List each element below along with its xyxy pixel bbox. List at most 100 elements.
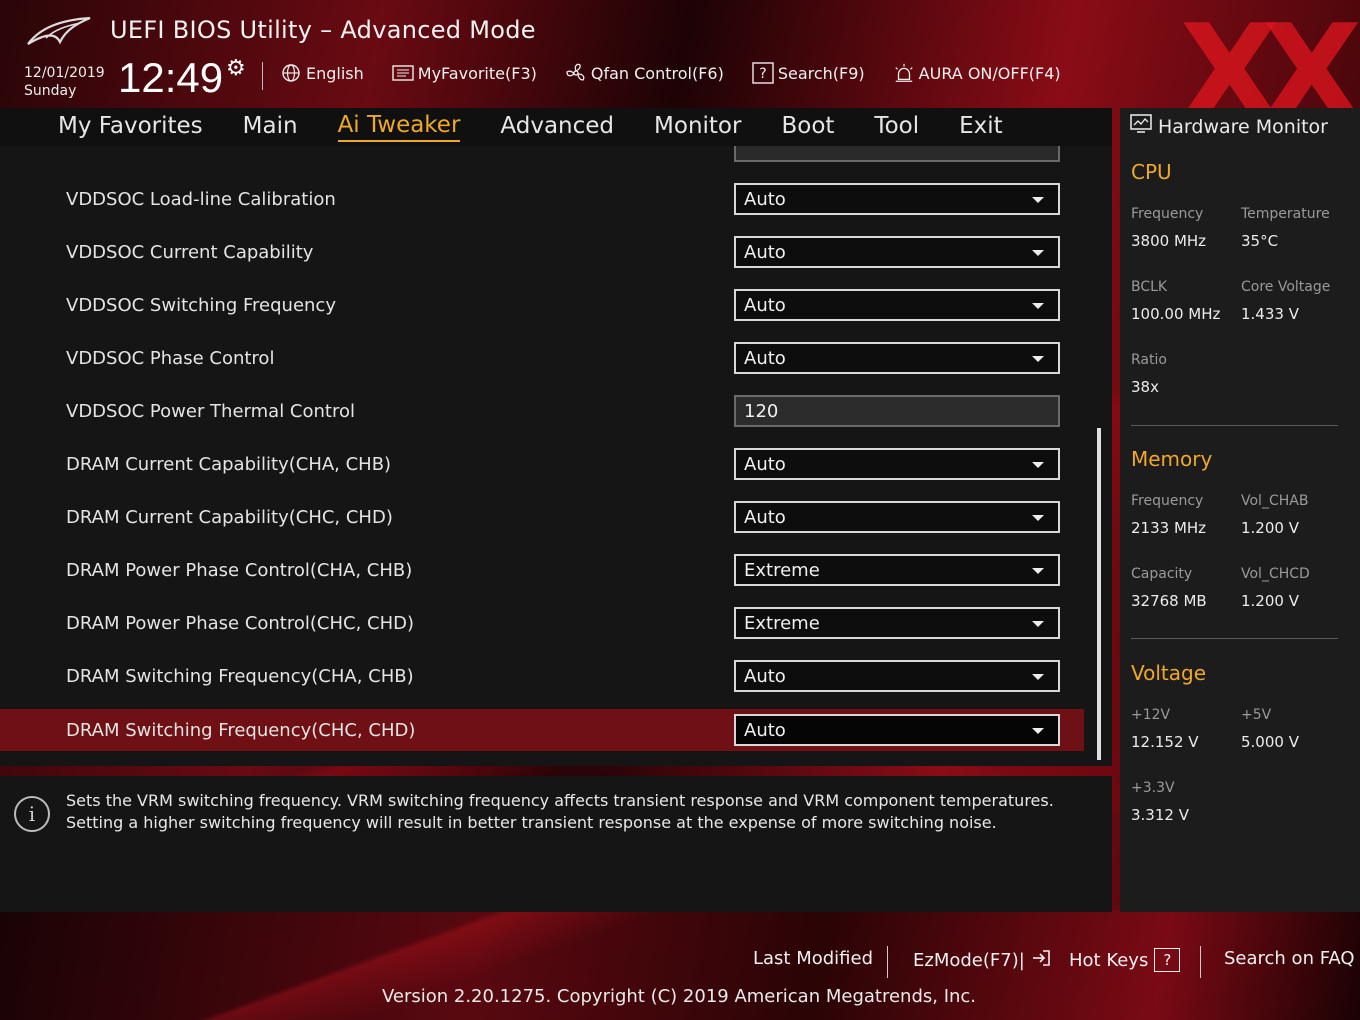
tab-my-favorites[interactable]: My Favorites [58, 113, 203, 141]
header-divider [262, 62, 263, 90]
number-value: 120 [744, 400, 779, 422]
tab-monitor[interactable]: Monitor [654, 113, 741, 141]
dropdown-value: Auto [744, 241, 786, 263]
setting-dropdown[interactable]: Auto [734, 236, 1060, 268]
app-title: UEFI BIOS Utility – Advanced Mode [110, 16, 536, 44]
setting-dropdown[interactable]: Extreme [734, 607, 1060, 639]
setting-row[interactable]: DRAM Power Phase Control(CHA, CHB) Extre… [0, 549, 1084, 591]
cpu-frequency-value: 3800 MHz [1131, 232, 1207, 250]
setting-label: DRAM Switching Frequency(CHA, CHB) [66, 665, 414, 687]
qfan-label: Qfan Control(F6) [590, 63, 724, 83]
chevron-down-icon [1032, 568, 1044, 574]
gear-icon[interactable]: ⚙ [226, 56, 246, 81]
partial-field [734, 146, 1060, 162]
voltage-heading: Voltage [1131, 661, 1207, 685]
myfavorite-button[interactable]: MyFavorite(F3) [392, 62, 537, 84]
main-menu: My Favorites Main Ai Tweaker Advanced Mo… [0, 108, 1112, 146]
v5-label: +5V [1241, 707, 1272, 723]
setting-row[interactable]: DRAM Current Capability(CHC, CHD) Auto [0, 496, 1084, 538]
bclk-value: 100.00 MHz [1131, 305, 1221, 323]
hot-keys-button[interactable]: Hot Keys ? [1069, 948, 1181, 972]
chevron-down-icon [1032, 674, 1044, 680]
footer-divider [1200, 946, 1201, 978]
aura-toggle-button[interactable]: AURA ON/OFF(F4) [893, 62, 1061, 84]
setting-label: VDDSOC Power Thermal Control [66, 400, 355, 422]
setting-dropdown[interactable]: Auto [734, 660, 1060, 692]
faq-label: Search on FAQ [1224, 948, 1355, 969]
setting-row[interactable]: VDDSOC Power Thermal Control 120 [0, 390, 1084, 432]
dropdown-value: Auto [744, 665, 786, 687]
dropdown-value: Auto [744, 719, 786, 741]
hardware-monitor-panel: Hardware Monitor CPU Frequency 3800 MHz … [1120, 108, 1360, 912]
setting-row[interactable]: VDDSOC Current Capability Auto [0, 231, 1084, 273]
setting-dropdown[interactable]: Auto [734, 342, 1060, 374]
ezmode-button[interactable]: EzMode(F7)| [913, 948, 1051, 973]
setting-dropdown[interactable]: Auto [734, 289, 1060, 321]
setting-number-input[interactable]: 120 [734, 395, 1060, 427]
setting-row-selected[interactable]: DRAM Switching Frequency(CHC, CHD) Auto [0, 709, 1084, 751]
last-modified-button[interactable]: Last Modified [753, 948, 873, 969]
version-text: Version 2.20.1275. Copyright (C) 2019 Am… [0, 986, 1360, 1007]
setting-dropdown[interactable]: Extreme [734, 554, 1060, 586]
core-voltage-value: 1.433 V [1241, 305, 1299, 323]
fan-icon [565, 62, 587, 84]
svg-text:?: ? [759, 66, 766, 82]
v12-value: 12.152 V [1131, 733, 1199, 751]
setting-row[interactable]: VDDSOC Phase Control Auto [0, 337, 1084, 379]
vol-chcd-value: 1.200 V [1241, 592, 1299, 610]
dropdown-value: Auto [744, 506, 786, 528]
tab-exit[interactable]: Exit [959, 113, 1003, 141]
help-key-icon: ? [1154, 948, 1181, 972]
search-button[interactable]: ? Search(F9) [752, 62, 865, 84]
hardware-monitor-header: Hardware Monitor [1130, 114, 1328, 139]
setting-dropdown[interactable]: Auto [734, 501, 1060, 533]
setting-row[interactable]: DRAM Current Capability(CHA, CHB) Auto [0, 443, 1084, 485]
dropdown-value: Auto [744, 347, 786, 369]
tab-main[interactable]: Main [243, 113, 298, 141]
date-text: 12/01/2019 [24, 65, 105, 81]
chevron-down-icon [1032, 621, 1044, 627]
setting-label: DRAM Current Capability(CHC, CHD) [66, 506, 393, 528]
cpu-temperature-value: 35°C [1241, 232, 1279, 250]
capacity-value: 32768 MB [1131, 592, 1207, 610]
ratio-label: Ratio [1131, 352, 1167, 368]
setting-row[interactable]: VDDSOC Switching Frequency Auto [0, 284, 1084, 326]
help-panel: i Sets the VRM switching frequency. VRM … [0, 776, 1112, 912]
hardware-monitor-title: Hardware Monitor [1158, 115, 1328, 138]
help-text: Sets the VRM switching frequency. VRM sw… [66, 791, 1054, 832]
favorite-list-icon [392, 62, 414, 84]
setting-row[interactable]: DRAM Power Phase Control(CHC, CHD) Extre… [0, 602, 1084, 644]
myfavorite-label: MyFavorite(F3) [417, 63, 537, 83]
qfan-control-button[interactable]: Qfan Control(F6) [565, 62, 724, 84]
last-modified-label: Last Modified [753, 948, 874, 969]
vol-chab-label: Vol_CHAB [1241, 493, 1309, 509]
core-voltage-label: Core Voltage [1241, 279, 1331, 295]
setting-dropdown[interactable]: Auto [734, 714, 1060, 746]
setting-dropdown[interactable]: Auto [734, 183, 1060, 215]
setting-dropdown[interactable]: Auto [734, 448, 1060, 480]
day-text: Sunday [24, 83, 77, 99]
globe-icon [280, 62, 302, 84]
v33-value: 3.312 V [1131, 806, 1189, 824]
tab-advanced[interactable]: Advanced [500, 113, 614, 141]
scrollbar[interactable] [1097, 428, 1101, 760]
tab-ai-tweaker[interactable]: Ai Tweaker [337, 112, 461, 142]
setting-label: DRAM Current Capability(CHA, CHB) [66, 453, 392, 475]
footer-links: Last Modified EzMode(F7)| Hot Keys ? Sea… [0, 948, 1360, 978]
aura-light-icon [893, 62, 915, 84]
language-button[interactable]: English [280, 62, 364, 84]
chevron-down-icon [1032, 356, 1044, 362]
chevron-down-icon [1032, 728, 1044, 734]
memory-frequency-label: Frequency [1131, 493, 1204, 509]
clock: 12:49 [118, 54, 224, 101]
tab-tool[interactable]: Tool [874, 113, 919, 141]
setting-row[interactable]: DRAM Switching Frequency(CHA, CHB) Auto [0, 655, 1084, 697]
setting-row[interactable]: VDDSOC Load-line Calibration Auto [0, 178, 1084, 220]
search-help-icon: ? [752, 62, 774, 84]
tab-boot[interactable]: Boot [781, 113, 834, 141]
dropdown-value: Auto [744, 453, 786, 475]
date-display: 12/01/2019 Sunday [24, 64, 105, 100]
rog-logo-icon [27, 16, 91, 45]
cpu-frequency-label: Frequency [1131, 206, 1204, 222]
faq-search-button[interactable]: Search on FAQ [1224, 948, 1355, 969]
